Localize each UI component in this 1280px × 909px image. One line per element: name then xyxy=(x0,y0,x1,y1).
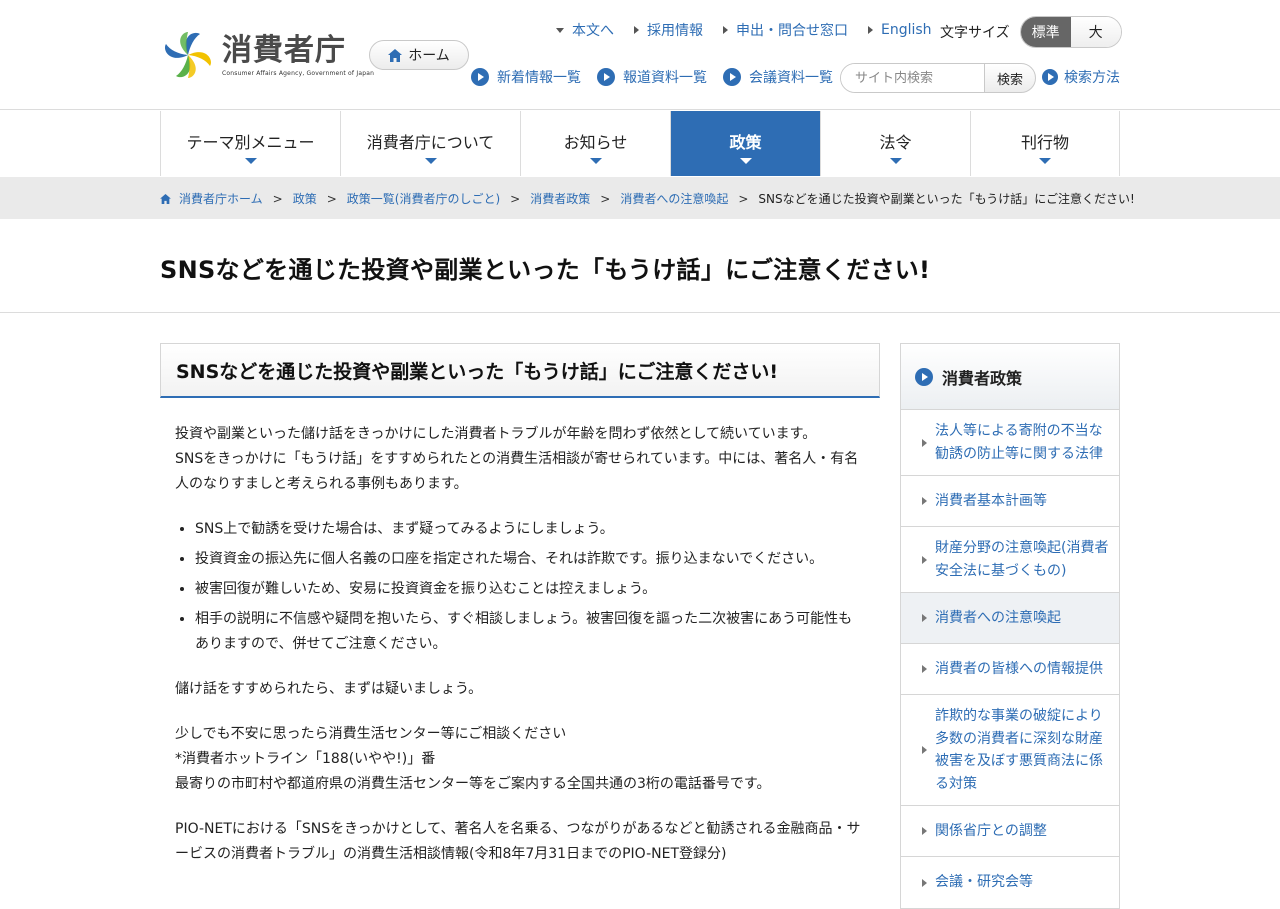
chevron-down-icon xyxy=(889,158,902,164)
nav-policy[interactable]: 政策 xyxy=(671,111,821,176)
breadcrumb-link-alerts[interactable]: 消費者への注意喚起 xyxy=(620,190,728,207)
list-item: SNS上で勧誘を受けた場合は、まず疑ってみるようにしましょう。 xyxy=(195,517,865,542)
sidebar-item-donation-law[interactable]: 法人等による寄附の不当な勧誘の防止等に関する法律 xyxy=(901,410,1119,476)
sidebar: 消費者政策 法人等による寄附の不当な勧誘の防止等に関する法律 消費者基本計画等 … xyxy=(900,343,1120,909)
font-size-standard-button[interactable]: 標準 xyxy=(1020,17,1071,47)
list-item: 被害回復が難しいため、安易に投資資金を振り込むことは控えましょう。 xyxy=(195,577,865,602)
sidebar-item-info[interactable]: 消費者の皆様への情報提供 xyxy=(901,644,1119,695)
font-size-switcher: 文字サイズ 標準 大 xyxy=(940,16,1122,48)
site-header: 消費者庁 Consumer Affairs Agency, Government… xyxy=(0,0,1280,110)
consult-line: 最寄りの市町村や都道府県の消費生活センター等をご案内する全国共通の3桁の電話番号… xyxy=(175,776,771,792)
global-nav: テーマ別メニュー 消費者庁について お知らせ 政策 法令 刊行物 xyxy=(160,111,1120,176)
chevron-down-icon xyxy=(556,27,564,33)
consult-line: 少しでも不安に思ったら消費生活センター等にご相談ください xyxy=(175,726,567,742)
breadcrumb-separator: > xyxy=(326,191,337,206)
page-title: SNSなどを通じた投資や副業といった「もうけ話」にご注意ください! xyxy=(160,256,931,284)
link-press-list[interactable]: 報道資料一覧 xyxy=(597,67,707,87)
logo-mark-icon xyxy=(164,32,212,78)
logo-subtitle: Consumer Affairs Agency, Government of J… xyxy=(222,69,375,77)
chevron-down-icon xyxy=(739,158,752,164)
chevron-right-icon xyxy=(868,26,873,34)
arrow-circle-icon xyxy=(915,367,933,386)
breadcrumb-current: SNSなどを通じた投資や副業といった「もうけ話」にご注意ください! xyxy=(758,192,1135,206)
home-icon xyxy=(388,48,403,62)
breadcrumb-link-policy[interactable]: 政策 xyxy=(293,190,317,207)
link-meeting-list[interactable]: 会議資料一覧 xyxy=(723,67,833,87)
search-input[interactable] xyxy=(841,64,984,92)
chevron-down-icon xyxy=(244,158,257,164)
chevron-right-icon xyxy=(922,878,927,887)
nav-about[interactable]: 消費者庁について xyxy=(341,111,521,176)
sidebar-heading: 消費者政策 xyxy=(901,344,1119,410)
breadcrumb-separator: > xyxy=(272,191,283,206)
intro-line: 投資や副業といった儲け話をきっかけにした消費者トラブルが年齢を問わず依然として続… xyxy=(175,426,817,442)
consult-paragraph: 少しでも不安に思ったら消費生活センター等にご相談ください *消費者ホットライン「… xyxy=(175,722,865,797)
sidebar-item-property-alerts[interactable]: 財産分野の注意喚起(消費者安全法に基づくもの) xyxy=(901,527,1119,593)
chevron-right-icon xyxy=(922,438,927,447)
util-link-english[interactable]: English xyxy=(868,20,932,40)
chevron-right-icon xyxy=(922,614,927,622)
search-button[interactable]: 検索 xyxy=(984,63,1036,93)
article-body: 投資や副業といった儲け話をきっかけにした消費者トラブルが年齢を問わず依然として続… xyxy=(160,398,880,867)
main-content: SNSなどを通じた投資や副業といった「もうけ話」にご注意ください! 投資や副業と… xyxy=(160,343,880,887)
breadcrumb-link-consumer-policy[interactable]: 消費者政策 xyxy=(530,190,590,207)
section-heading: SNSなどを通じた投資や副業といった「もうけ話」にご注意ください! xyxy=(160,343,880,398)
util-link-skip[interactable]: 本文へ xyxy=(556,20,614,40)
chevron-right-icon xyxy=(723,26,728,34)
chevron-right-icon xyxy=(634,26,639,34)
pionet-paragraph: PIO-NETにおける「SNSをきっかけとして、著名人を名乗る、つながりがあるな… xyxy=(175,821,861,862)
sidebar-title: 消費者政策 xyxy=(942,368,1023,388)
sidebar-item-fraud-measures[interactable]: 詐欺的な事業の破綻により多数の消費者に深刻な財産被害を及ぼす悪質商法に係る対策 xyxy=(901,695,1119,806)
home-icon xyxy=(160,193,171,204)
breadcrumb-separator: > xyxy=(510,191,521,206)
nav-laws[interactable]: 法令 xyxy=(821,111,971,176)
sidebar-item-consumer-alerts[interactable]: 消費者への注意喚起 xyxy=(901,593,1119,644)
chevron-right-icon xyxy=(922,746,927,754)
nav-theme-menu[interactable]: テーマ別メニュー xyxy=(161,111,341,176)
font-size-large-button[interactable]: 大 xyxy=(1070,17,1121,47)
util-link-contact[interactable]: 申出・問合せ窓口 xyxy=(723,20,848,40)
sidebar-item-basic-plan[interactable]: 消費者基本計画等 xyxy=(901,476,1119,527)
sub-links: 新着情報一覧 報道資料一覧 会議資料一覧 xyxy=(471,67,833,87)
breadcrumb-link-home[interactable]: 消費者庁ホーム xyxy=(179,190,263,207)
list-item: 投資資金の振込先に個人名義の口座を指定された場合、それは詐欺です。振り込まないで… xyxy=(195,547,865,572)
logo-title: 消費者庁 xyxy=(222,32,346,68)
doubt-paragraph: 儲け話をすすめられたら、まずは疑いましょう。 xyxy=(175,681,483,697)
chevron-right-icon xyxy=(922,497,927,505)
intro-line: SNSをきっかけに「もうけ話」をすすめられたとの消費生活相談が寄せられています。… xyxy=(175,451,859,492)
chevron-down-icon xyxy=(589,158,602,164)
sidebar-item-meetings[interactable]: 会議・研究会等 xyxy=(901,857,1119,908)
arrow-circle-icon xyxy=(597,68,615,86)
chevron-down-icon xyxy=(1039,158,1051,164)
breadcrumb: 消費者庁ホーム > 政策 > 政策一覧(消費者庁のしごと) > 消費者政策 > … xyxy=(160,190,1135,207)
util-link-recruit[interactable]: 採用情報 xyxy=(634,20,703,40)
breadcrumb-bar: 消費者庁ホーム > 政策 > 政策一覧(消費者庁のしごと) > 消費者政策 > … xyxy=(0,177,1280,219)
site-logo[interactable]: 消費者庁 Consumer Affairs Agency, Government… xyxy=(160,28,374,82)
home-button-label: ホーム xyxy=(408,48,450,64)
chevron-right-icon xyxy=(922,555,927,564)
breadcrumb-link-policy-list[interactable]: 政策一覧(消費者庁のしごと) xyxy=(347,190,500,207)
nav-publications[interactable]: 刊行物 xyxy=(971,111,1120,176)
link-news-list[interactable]: 新着情報一覧 xyxy=(471,67,581,87)
list-item: 相手の説明に不信感や疑問を抱いたら、すぐ相談しましょう。被害回復を謳った二次被害… xyxy=(195,607,865,657)
breadcrumb-separator: > xyxy=(600,191,611,206)
chevron-right-icon xyxy=(922,827,927,835)
nav-news[interactable]: お知らせ xyxy=(521,111,671,176)
sidebar-item-ministries[interactable]: 関係省庁との調整 xyxy=(901,806,1119,857)
intro-paragraph: 投資や副業といった儲け話をきっかけにした消費者トラブルが年齢を問わず依然として続… xyxy=(175,422,865,497)
arrow-circle-icon xyxy=(723,68,741,86)
utility-links: 本文へ 採用情報 申出・問合せ窓口 English xyxy=(556,20,932,40)
font-size-toggle: 標準 大 xyxy=(1019,16,1122,48)
font-size-label: 文字サイズ xyxy=(940,25,1010,41)
advice-list: SNS上で勧誘を受けた場合は、まず疑ってみるようにしましょう。 投資資金の振込先… xyxy=(195,517,865,657)
title-band: SNSなどを通じた投資や副業といった「もうけ話」にご注意ください! xyxy=(0,219,1280,313)
home-button[interactable]: ホーム xyxy=(369,40,469,70)
chevron-down-icon xyxy=(424,158,437,164)
arrow-circle-icon xyxy=(1042,69,1058,85)
hotline-line: *消費者ホットライン「188(いやや!)」番 xyxy=(175,751,436,767)
breadcrumb-separator: > xyxy=(738,191,749,206)
chevron-right-icon xyxy=(922,665,927,673)
arrow-circle-icon xyxy=(471,68,489,86)
search-help-link[interactable]: 検索方法 xyxy=(1042,67,1120,87)
